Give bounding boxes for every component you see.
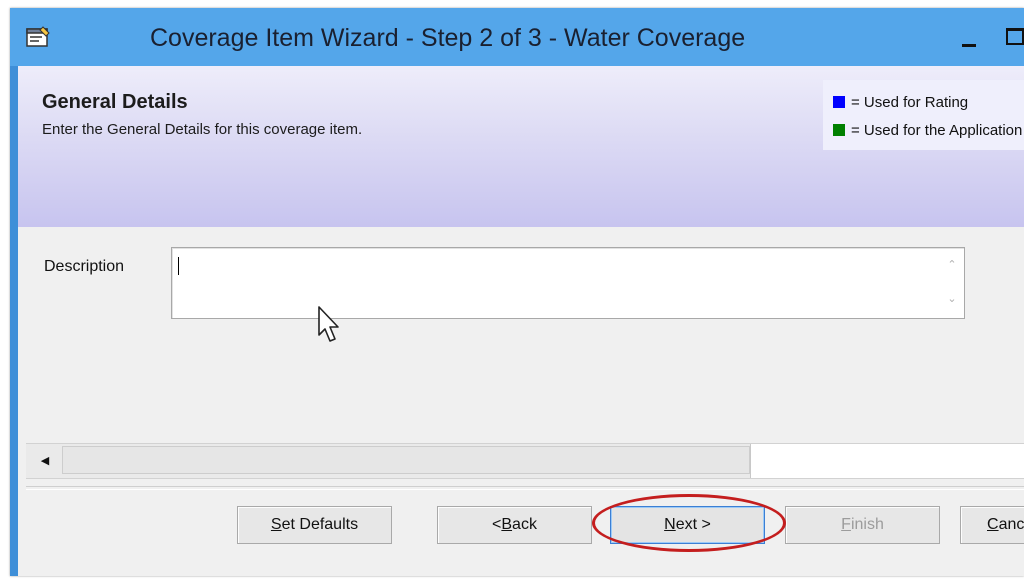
window-title: Coverage Item Wizard - Step 2 of 3 - Wat… [150,24,746,52]
scroll-up-icon[interactable]: ⌃ [945,258,959,272]
back-button[interactable]: <Back [437,506,592,544]
scroll-down-icon[interactable]: ⌄ [945,292,959,306]
form-area: Description ⌃ ⌄ [18,227,1024,437]
wizard-form-icon [26,26,50,47]
button-divider [26,486,1024,490]
wizard-window: Coverage Item Wizard - Step 2 of 3 - Wat… [10,8,1024,576]
page-title: General Details [42,91,188,113]
page-subtitle: Enter the General Details for this cover… [42,121,363,138]
mouse-pointer-icon [318,306,339,342]
legend-item-application: = Used for the Application [833,122,1022,142]
scroll-left-arrow-icon[interactable]: ◀ [28,444,62,478]
minimize-button[interactable] [955,22,985,52]
green-square-icon [833,124,845,136]
blue-square-icon [833,96,845,108]
horizontal-scrollbar[interactable]: ◀ [26,443,1024,479]
description-textarea[interactable]: ⌃ ⌄ [171,247,965,319]
finish-button[interactable]: Finish [785,506,940,544]
next-button-highlight-annotation [592,494,786,552]
scrollbar-thumb[interactable] [62,446,750,474]
wizard-header: General Details Enter the General Detail… [18,66,1024,227]
title-bar[interactable]: Coverage Item Wizard - Step 2 of 3 - Wat… [10,8,1024,66]
legend-item-rating: = Used for Rating [833,94,968,114]
scrollbar-track[interactable] [750,444,1024,478]
text-caret [178,257,179,275]
set-defaults-button[interactable]: Set Defaults [237,506,392,544]
description-label: Description [44,258,125,275]
maximize-button[interactable] [1000,22,1024,52]
wizard-client-area: General Details Enter the General Detail… [18,66,1024,576]
cancel-button[interactable]: Cancel [960,506,1024,544]
field-legend: = Used for Rating = Used for the Applica… [823,80,1024,150]
